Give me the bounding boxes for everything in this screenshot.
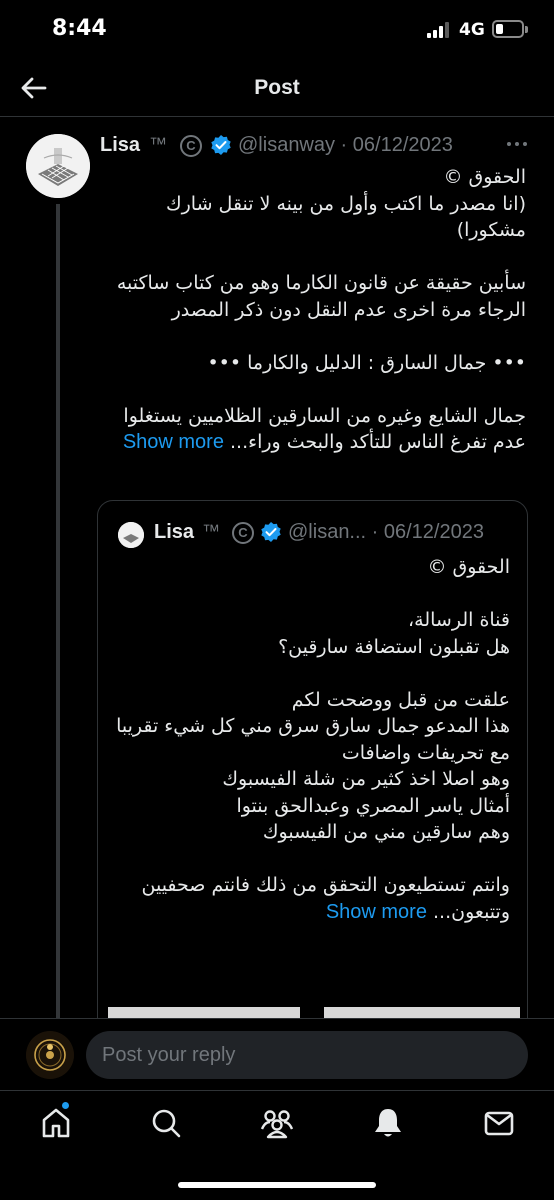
quote-body: الحقوق © قناة الرسالة، هل تقبلون استضافة…	[110, 554, 510, 925]
post-text: الحقوق © (انا مصدر ما اكتب وأول من بينه …	[116, 166, 526, 453]
header: Post	[0, 62, 554, 117]
home-indicator	[178, 1182, 376, 1188]
quote-verified-badge-icon	[260, 521, 282, 543]
handle-and-date: @lisanway · 06/12/2023	[238, 134, 453, 156]
communities-icon[interactable]	[259, 1105, 295, 1141]
thread-line	[56, 204, 60, 1024]
quote-handle-and-date: @lisan... · 06/12/2023	[288, 521, 484, 543]
network-type: 4G	[459, 20, 485, 40]
trademark-symbol: ™	[149, 134, 167, 154]
quote-avatar	[118, 522, 144, 548]
search-icon[interactable]	[148, 1105, 184, 1141]
reply-input[interactable]	[86, 1031, 528, 1079]
quote-author-row: Lisa ™ C @lisan... · 06/12/2023	[154, 521, 524, 551]
quote-author-name: Lisa	[154, 521, 195, 543]
post-body: الحقوق © (انا مصدر ما اكتب وأول من بينه …	[100, 164, 526, 456]
post[interactable]: Lisa ™ C @lisanway · 06/12/2023 الحقوق ©…	[100, 124, 530, 456]
copyright-icon: C	[180, 135, 202, 157]
battery-icon	[492, 20, 524, 38]
quote-text: الحقوق © قناة الرسالة، هل تقبلون استضافة…	[116, 556, 510, 923]
cellular-signal-icon	[427, 22, 451, 38]
battery-level	[496, 24, 503, 34]
show-more-link[interactable]: Show more	[123, 431, 224, 453]
quote-show-more-link[interactable]: Show more	[326, 901, 427, 923]
battery-cap	[525, 26, 528, 33]
more-options-icon[interactable]	[507, 142, 527, 148]
notifications-icon[interactable]	[370, 1105, 406, 1141]
home-icon[interactable]	[38, 1105, 74, 1141]
post-author-row: Lisa ™ C @lisanway · 06/12/2023	[100, 124, 530, 164]
author-name[interactable]: Lisa	[100, 134, 140, 157]
quote-copyright-icon: C	[232, 522, 254, 544]
user-avatar[interactable]	[26, 1031, 74, 1079]
status-time: 8:44	[52, 16, 107, 41]
quoted-post[interactable]: Lisa ™ C @lisan... · 06/12/2023 الحقوق ©…	[97, 500, 528, 1040]
avatar[interactable]	[26, 134, 90, 198]
quote-trademark-symbol: ™	[202, 521, 220, 541]
messages-icon[interactable]	[481, 1105, 517, 1141]
page-title: Post	[254, 76, 300, 99]
reply-bar	[0, 1018, 554, 1090]
home-notification-dot	[61, 1101, 70, 1110]
status-bar: 8:44 4G	[0, 0, 554, 62]
verified-badge-icon	[210, 134, 232, 156]
